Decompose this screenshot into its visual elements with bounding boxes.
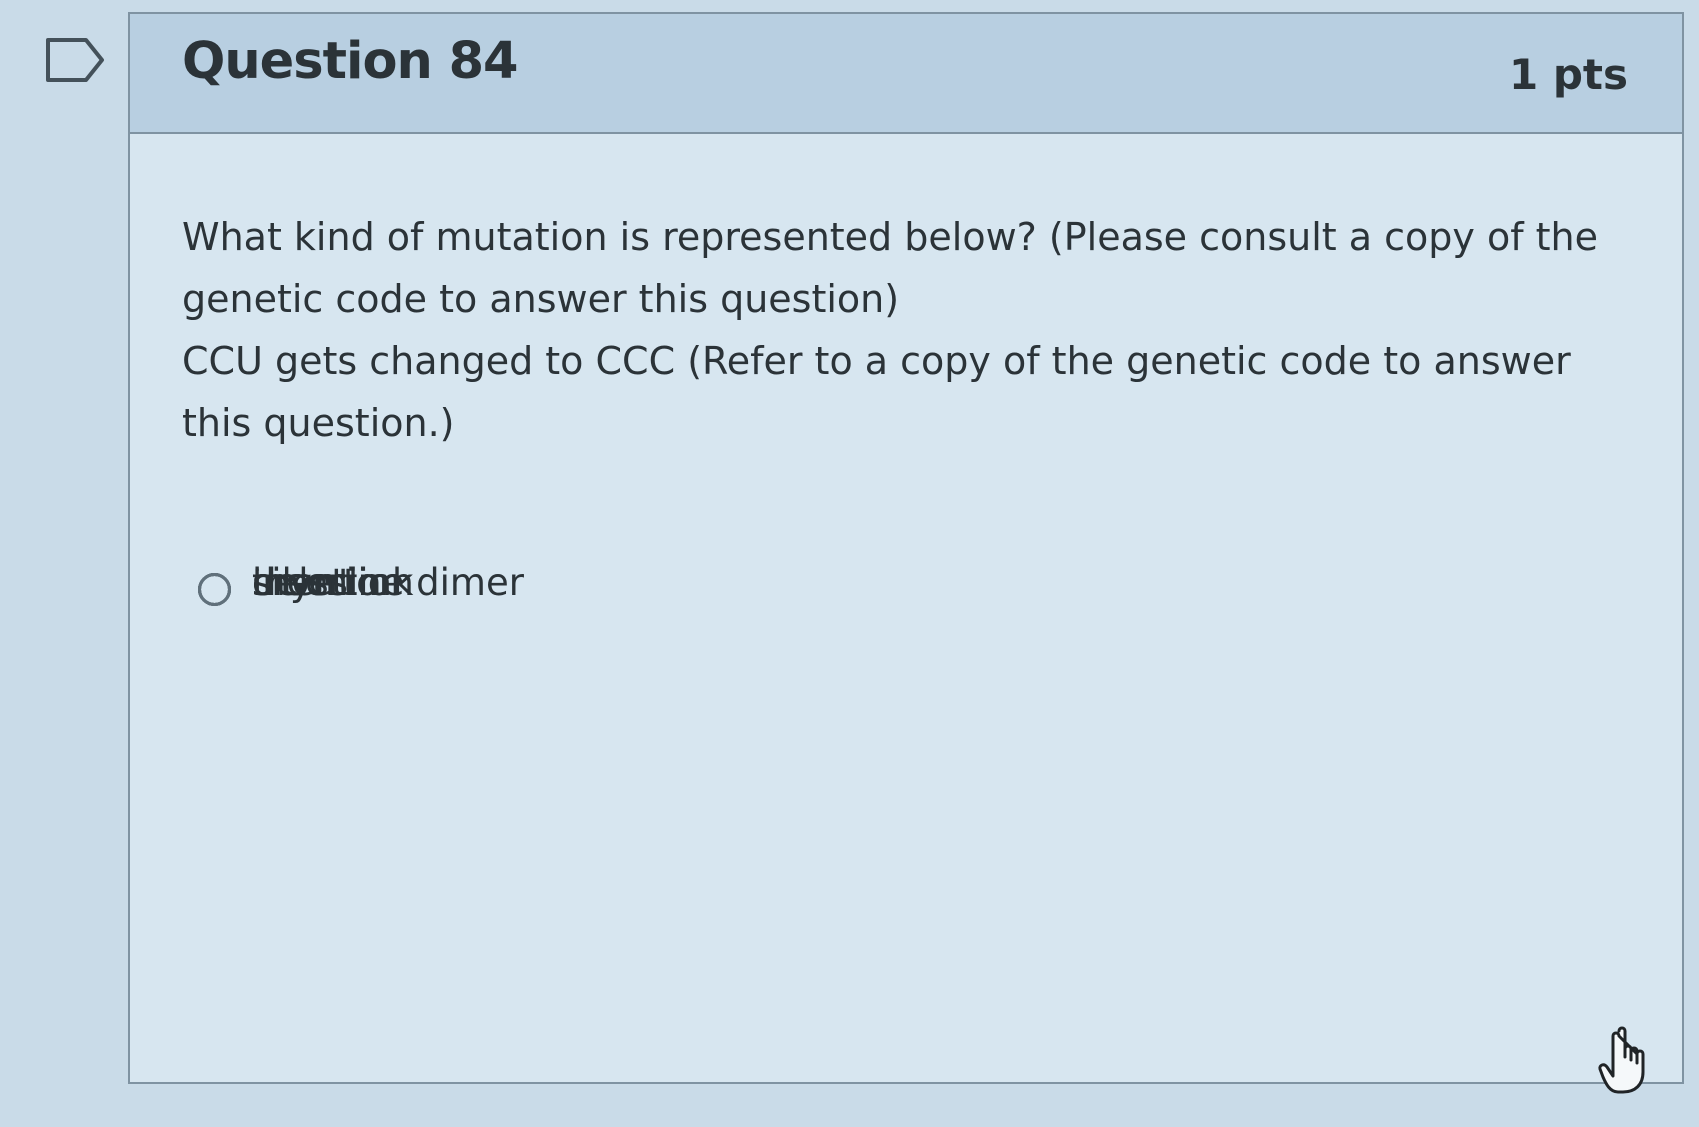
flag-question-icon[interactable] xyxy=(44,36,108,84)
prompt-line: What kind of mutation is represented bel… xyxy=(182,215,1599,259)
prompt-line: genetic code to answer this question) xyxy=(182,277,900,321)
answer-label: deletion xyxy=(252,561,403,604)
hand-pointer-icon xyxy=(1598,1026,1645,1094)
question-points: 1 pts xyxy=(1509,50,1628,99)
question-body: What kind of mutation is represented bel… xyxy=(182,206,1630,1082)
prompt-line: CCU gets changed to CCC (Refer to a copy… xyxy=(182,339,1571,383)
prompt-line: this question.) xyxy=(182,401,455,445)
question-card: Question 84 1 pts What kind of mutation … xyxy=(128,12,1684,1084)
radio-button-deletion[interactable] xyxy=(198,573,231,606)
question-header: Question 84 1 pts xyxy=(130,14,1682,134)
question-prompt: What kind of mutation is represented bel… xyxy=(182,206,1622,454)
question-title: Question 84 xyxy=(182,32,519,91)
